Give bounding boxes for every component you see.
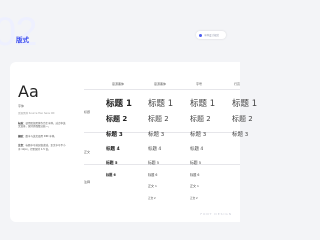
typography-card: Aa 字体 思源黑体 Source Han Sans CN 标准：使用思源黑体作… bbox=[10, 62, 257, 222]
heading-sample: 标题 6 bbox=[148, 173, 158, 177]
body-sample: 正文 2 bbox=[190, 197, 198, 200]
footer-text: FONT DESIGN bbox=[200, 212, 232, 216]
font-sample-sub: 思源黑体 Source Han Sans CN bbox=[18, 112, 55, 115]
body-sample: 正文 1 bbox=[148, 184, 157, 188]
note-text: 使用思源黑体作为主字体，适合中英文混排，保持界面整洁统一。 bbox=[18, 121, 66, 129]
heading-sample: 标题 3 bbox=[148, 132, 165, 138]
note: 标准：使用思源黑体作为主字体，适合中英文混排，保持界面整洁统一。 bbox=[18, 122, 66, 129]
heading-sample: 标题 4 bbox=[106, 147, 120, 152]
heading-sample: 标题 1 bbox=[148, 99, 174, 109]
heading-sample: 标题 3 bbox=[106, 132, 123, 138]
column-header: 字号 bbox=[196, 82, 203, 86]
note: 辅助：数字与英文使用 DIN 字体。 bbox=[18, 135, 66, 139]
heading-sample: 标题 5 bbox=[190, 160, 202, 165]
body-sample: 正文 1 bbox=[190, 184, 199, 188]
pill-dot-icon bbox=[199, 33, 202, 37]
section-number-watermark: 02 bbox=[0, 10, 37, 54]
note-label: 注意： bbox=[18, 144, 26, 148]
heading-sample: 标题 2 bbox=[106, 115, 128, 123]
column-header: 行高 bbox=[234, 82, 241, 86]
note-label: 辅助： bbox=[18, 134, 26, 138]
note-text: 数字与英文使用 DIN 字体。 bbox=[25, 134, 57, 138]
heading-sample: 标题 6 bbox=[190, 173, 200, 177]
body-sample: 正文 2 bbox=[148, 197, 156, 200]
heading-sample: 标题 5 bbox=[148, 160, 160, 165]
heading-sample: 标题 3 bbox=[232, 132, 249, 138]
heading-sample: 标题 1 bbox=[190, 99, 216, 109]
font-sample: Aa bbox=[18, 82, 39, 101]
heading-sample: 标题 1 bbox=[232, 99, 258, 109]
heading-sample: 标题 4 bbox=[148, 147, 162, 152]
heading-sample: 标题 2 bbox=[148, 115, 169, 123]
row-label: 标题 bbox=[84, 110, 91, 114]
heading-sample: 标题 2 bbox=[190, 115, 211, 123]
section-pill: 字体设计规范 bbox=[196, 31, 226, 39]
note: 注意：标题字号按层级递减，正文字号不小于 12px，行距保持 1.5 倍。 bbox=[18, 144, 66, 151]
divider bbox=[84, 89, 240, 90]
heading-sample: 标题 5 bbox=[106, 160, 118, 165]
left-column: Aa 字体 思源黑体 Source Han Sans CN 标准：使用思源黑体作… bbox=[18, 84, 66, 151]
column-header: 思源黑体 bbox=[112, 82, 125, 86]
row-label: 正文 bbox=[84, 150, 91, 154]
heading-sample: 标题 3 bbox=[190, 132, 207, 138]
heading-sample: 标题 6 bbox=[106, 173, 116, 177]
heading-sample: 标题 2 bbox=[232, 115, 253, 123]
column-header: 思源黑体 bbox=[154, 82, 167, 86]
heading-sample: 标题 1 bbox=[106, 99, 132, 109]
section-title: 版式 bbox=[16, 36, 29, 44]
note-text: 标题字号按层级递减，正文字号不小于 12px，行距保持 1.5 倍。 bbox=[18, 144, 66, 151]
pill-text: 字体设计规范 bbox=[204, 34, 220, 37]
font-sample-caption: 字体 bbox=[18, 104, 25, 108]
heading-sample: 标题 4 bbox=[190, 147, 204, 152]
row-label: 注释 bbox=[84, 180, 91, 184]
